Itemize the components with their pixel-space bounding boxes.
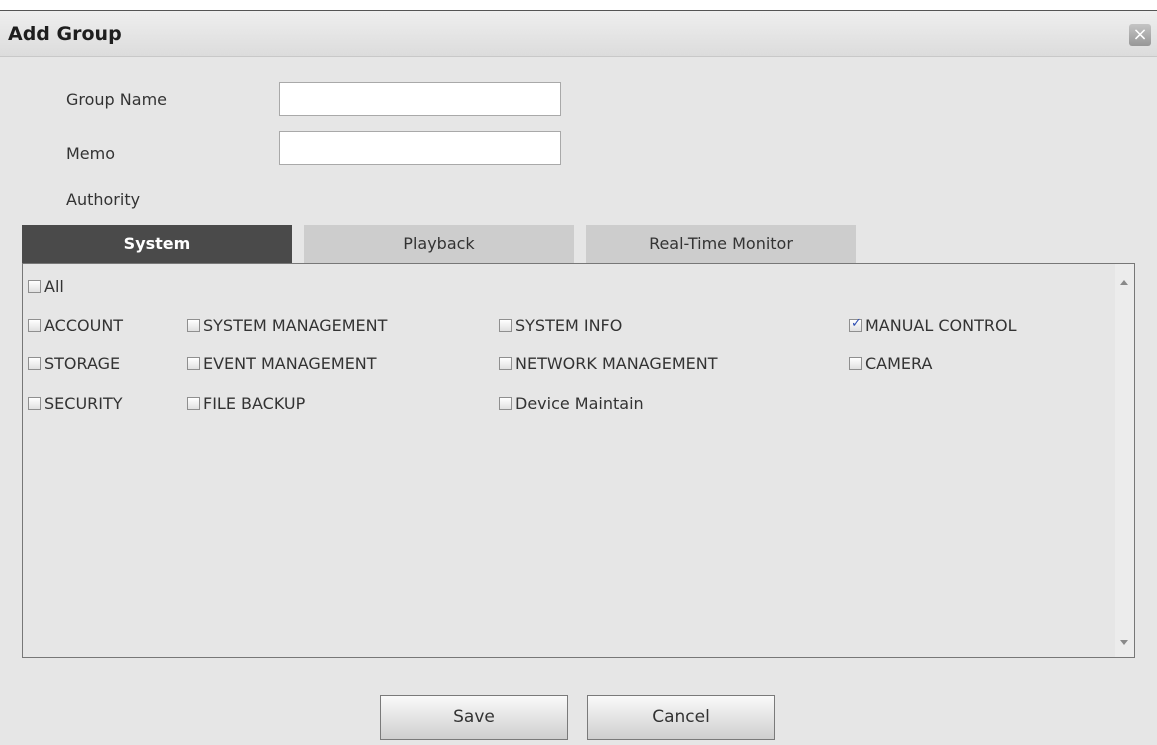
scroll-up-arrow-icon[interactable]	[1120, 280, 1128, 285]
tab-real-time-monitor[interactable]: Real-Time Monitor	[586, 225, 856, 263]
group-name-label: Group Name	[66, 90, 167, 109]
cancel-button[interactable]: Cancel	[587, 695, 775, 740]
checkbox-label: EVENT MANAGEMENT	[203, 354, 377, 373]
group-name-input[interactable]	[279, 82, 561, 116]
checkbox-storage[interactable]: STORAGE	[28, 354, 120, 373]
checkbox-box[interactable]	[187, 319, 200, 332]
checkbox-label: STORAGE	[44, 354, 121, 373]
checkbox-box[interactable]	[187, 357, 200, 370]
checkbox-account[interactable]: ACCOUNT	[28, 316, 123, 335]
checkbox-security[interactable]: SECURITY	[28, 394, 123, 413]
checkbox-label: FILE BACKUP	[203, 394, 306, 413]
vertical-scrollbar[interactable]	[1115, 264, 1134, 657]
tab-system[interactable]: System	[22, 225, 292, 263]
checkbox-label: MANUAL CONTROL	[865, 316, 1017, 335]
memo-input[interactable]	[279, 131, 561, 165]
checkbox-label: Device Maintain	[515, 394, 644, 413]
checkbox-label: SYSTEM INFO	[515, 316, 623, 335]
checkbox-box[interactable]	[28, 357, 41, 370]
checkbox-box[interactable]	[849, 357, 862, 370]
scroll-down-arrow-icon[interactable]	[1120, 640, 1128, 645]
checkbox-manual-control[interactable]: MANUAL CONTROL	[849, 316, 1017, 335]
tab-playback[interactable]: Playback	[304, 225, 574, 263]
checkbox-label: CAMERA	[865, 354, 933, 373]
checkbox-system-info[interactable]: SYSTEM INFO	[499, 316, 622, 335]
checkbox-label: ACCOUNT	[44, 316, 124, 335]
top-border	[0, 0, 1157, 11]
checkbox-network-management[interactable]: NETWORK MANAGEMENT	[499, 354, 718, 373]
checkbox-event-management[interactable]: EVENT MANAGEMENT	[187, 354, 377, 373]
checkbox-label: NETWORK MANAGEMENT	[515, 354, 718, 373]
checkbox-label: All	[44, 277, 64, 296]
checkbox-file-backup[interactable]: FILE BACKUP	[187, 394, 305, 413]
checkbox-all[interactable]: All	[28, 277, 64, 296]
dialog-title: Add Group	[8, 23, 122, 45]
checkbox-box[interactable]	[28, 280, 41, 293]
checkbox-label: SYSTEM MANAGEMENT	[203, 316, 388, 335]
checkbox-box[interactable]	[849, 316, 862, 332]
checkbox-label: SECURITY	[44, 394, 123, 413]
checkbox-box[interactable]	[187, 397, 200, 410]
permissions-panel: All ACCOUNT SYSTEM MANAGEMENT SYSTEM INF…	[22, 263, 1135, 658]
checkbox-box[interactable]	[499, 397, 512, 410]
checkbox-box[interactable]	[499, 319, 512, 332]
save-button[interactable]: Save	[380, 695, 568, 740]
dialog-titlebar: Add Group ×	[0, 11, 1157, 57]
checkbox-box[interactable]	[499, 357, 512, 370]
authority-label: Authority	[66, 190, 141, 209]
checkbox-box[interactable]	[28, 319, 41, 332]
memo-label: Memo	[66, 144, 116, 163]
checkbox-device-maintain[interactable]: Device Maintain	[499, 394, 644, 413]
checkbox-system-management[interactable]: SYSTEM MANAGEMENT	[187, 316, 387, 335]
checkbox-box[interactable]	[28, 397, 41, 410]
close-icon[interactable]: ×	[1129, 24, 1151, 46]
checkbox-camera[interactable]: CAMERA	[849, 354, 932, 373]
